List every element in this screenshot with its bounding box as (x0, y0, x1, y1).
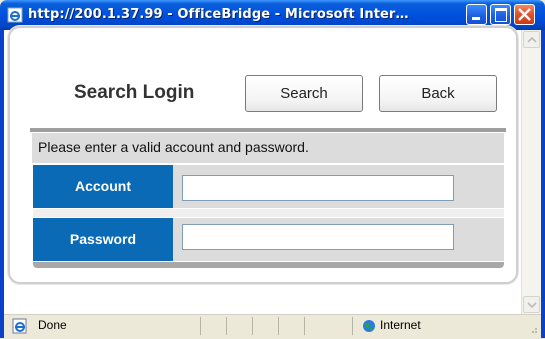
status-divider (226, 317, 227, 335)
password-input[interactable] (182, 224, 454, 250)
status-divider (304, 317, 305, 335)
status-divider (252, 317, 253, 335)
chevron-up-icon (527, 36, 537, 43)
page-done-icon (12, 318, 27, 334)
internet-globe-icon (363, 320, 375, 332)
vertical-scrollbar[interactable] (521, 30, 541, 314)
chevron-down-icon (527, 302, 537, 309)
back-button[interactable]: Back (379, 75, 497, 112)
maximize-icon[interactable] (490, 4, 511, 25)
password-label: Password (33, 218, 173, 261)
scroll-down-button[interactable] (523, 296, 540, 313)
ie-page-icon (7, 7, 23, 23)
validation-message: Please enter a valid account and passwor… (38, 139, 309, 155)
resize-grip-icon[interactable] (528, 324, 538, 334)
minimize-icon[interactable] (466, 4, 487, 25)
status-divider (352, 317, 353, 335)
status-divider (278, 317, 279, 335)
security-zone-text: Internet (380, 318, 421, 332)
panel-footer-bar (33, 262, 504, 268)
window-frame-right (541, 30, 545, 338)
page-title: Search Login (74, 82, 195, 103)
close-icon[interactable] (514, 4, 535, 25)
status-divider (200, 317, 201, 335)
scroll-up-button[interactable] (523, 31, 540, 48)
status-text: Done (38, 318, 67, 332)
header-divider (30, 128, 506, 132)
account-label: Account (33, 165, 173, 208)
search-button[interactable]: Search (245, 75, 363, 112)
row-separator (33, 209, 504, 217)
status-bar (4, 314, 541, 339)
account-input[interactable] (182, 175, 454, 201)
